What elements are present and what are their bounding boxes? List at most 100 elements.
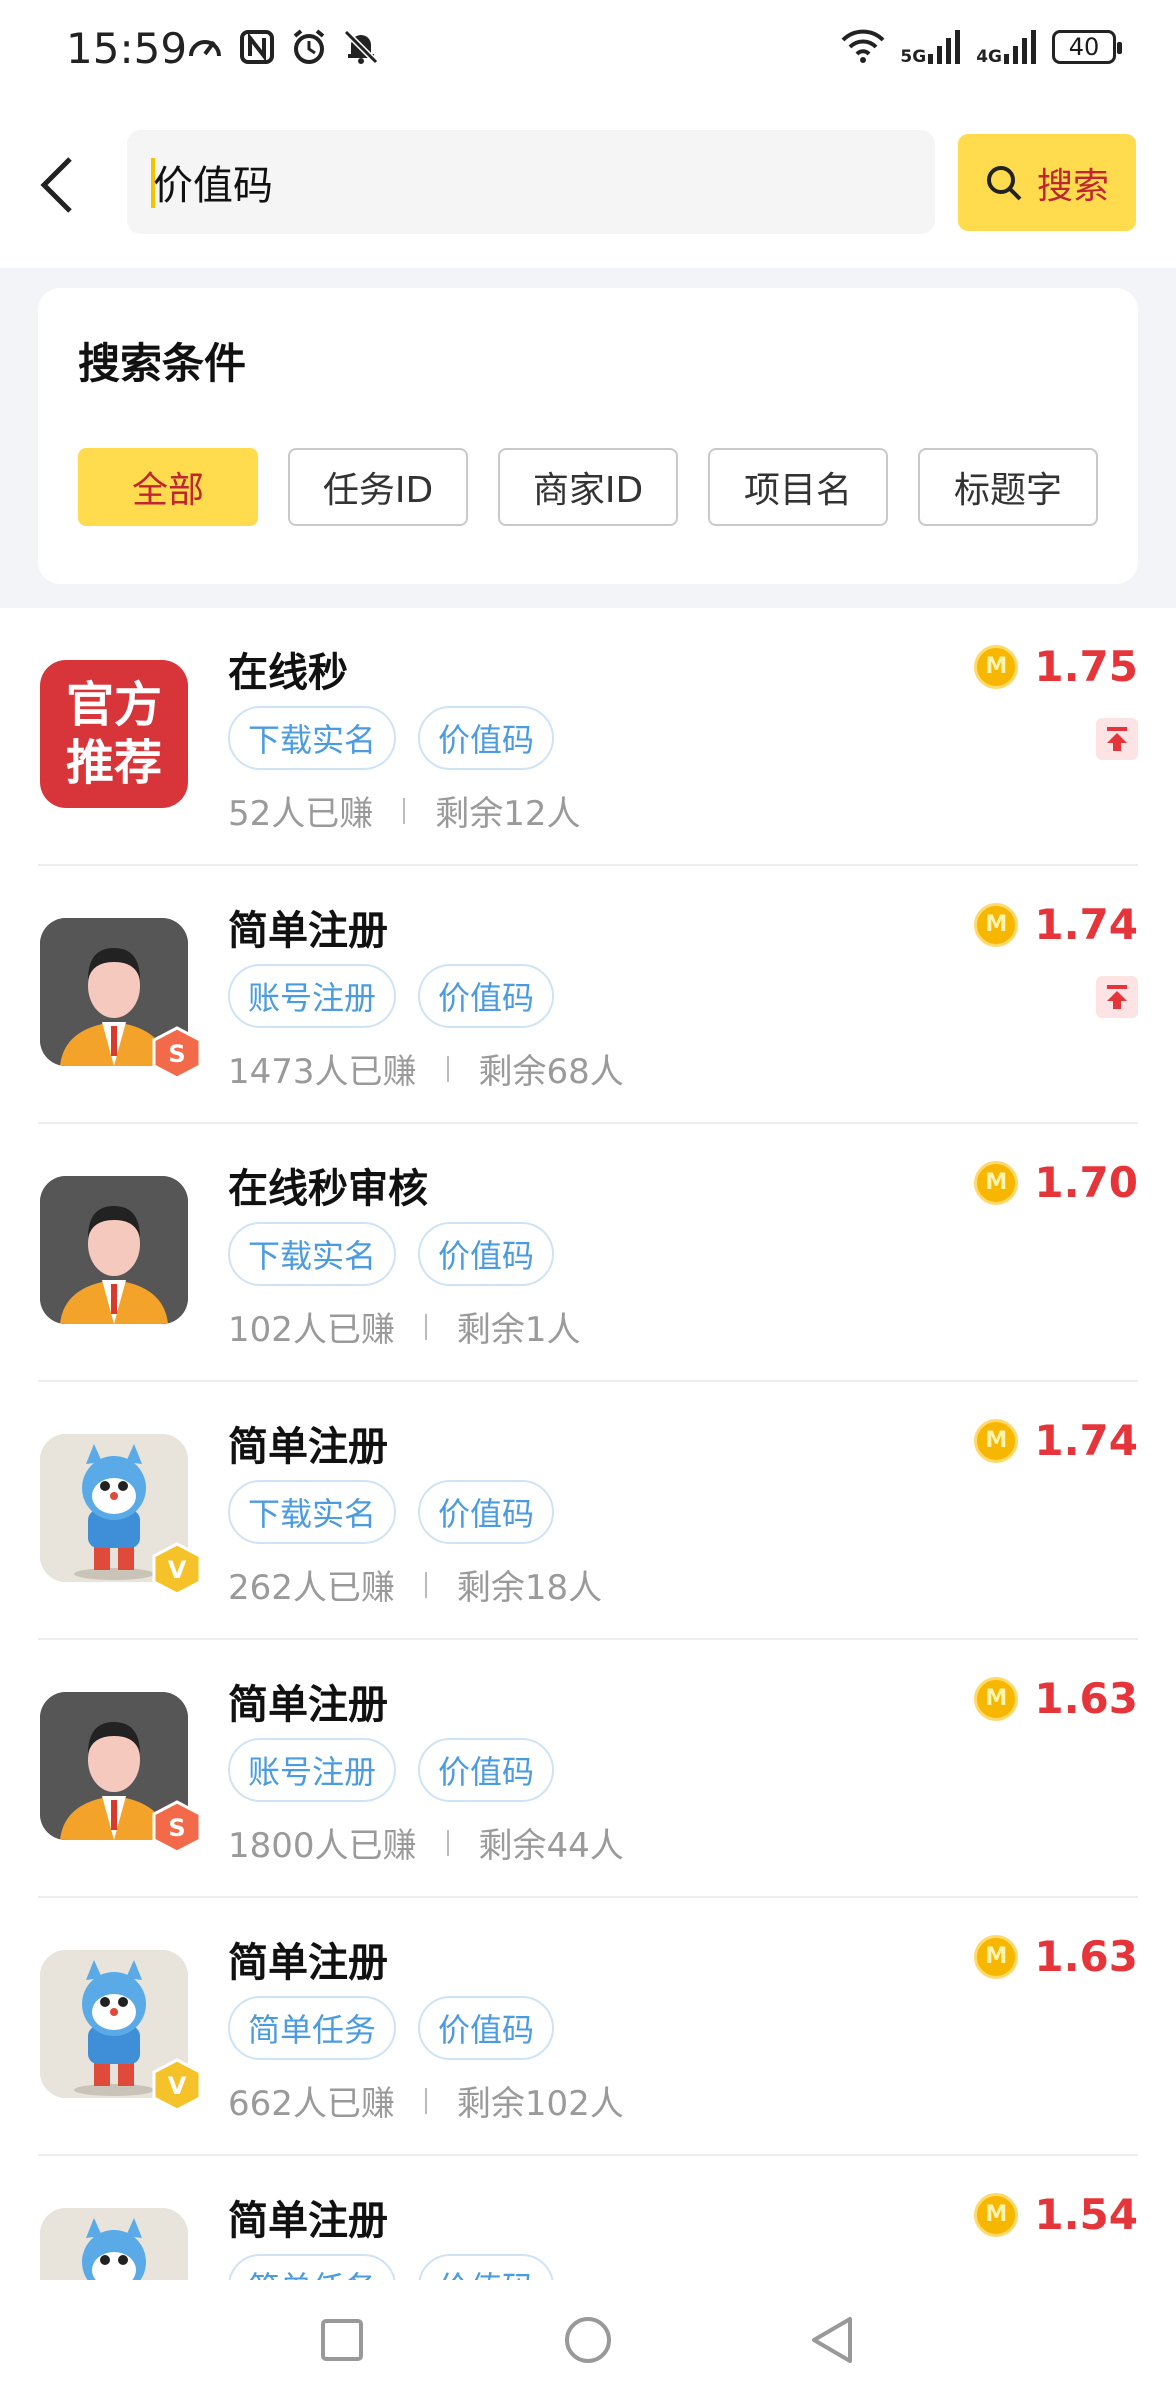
remaining-count: 剩余12人 [435,794,581,834]
task-tags: 下载实名 价值码 [228,1480,555,1544]
status-right-icons: 5G 4G 40 [840,26,1122,68]
earned-count: 262人已赚 [228,1568,395,1608]
price-value: 1.74 [1034,900,1138,949]
mute-icon [342,28,380,66]
task-tag: 下载实名 [228,706,397,770]
coin-icon: M [974,644,1019,689]
remaining-count: 剩余18人 [456,1568,603,1608]
task-tag: 价值码 [418,2254,555,2280]
svg-text:V: V [168,2072,187,2100]
task-stats: 662人已赚 剩余102人 [228,2076,624,2125]
task-tags: 简单任务 价值码 [228,1996,555,2060]
status-left-icons [186,28,380,66]
pin-top-icon [1096,976,1138,1018]
coin-icon: M [974,1418,1019,1463]
remaining-count: 剩余68人 [478,1052,624,1092]
status-time: 15:59 [66,24,188,73]
task-row[interactable]: 简单注册 简单任务 价值码 M 1.54 [0,2156,1176,2280]
speed-icon [186,28,224,66]
task-stats: 1800人已赚 剩余44人 [228,1818,624,1867]
task-tag: 价值码 [418,1738,555,1802]
task-price: M 1.75 [974,642,1138,691]
task-row[interactable]: V 简单注册 简单任务 价值码 662人已赚 剩余102人 M 1.63 [0,1898,1176,2156]
task-row[interactable]: 在线秒审核 下载实名 价值码 102人已赚 剩余1人 M 1.70 [0,1124,1176,1382]
chip-task-id[interactable]: 任务ID [288,448,468,526]
pin-top-icon [1096,718,1138,760]
task-tags: 简单任务 价值码 [228,2254,555,2280]
coin-icon: M [974,902,1019,947]
task-stats: 102人已赚 剩余1人 [228,1302,581,1351]
task-row[interactable]: S 简单注册 账号注册 价值码 1473人已赚 剩余68人 M 1.74 [0,866,1176,1124]
search-input[interactable] [153,130,913,234]
task-tag: 账号注册 [228,1738,397,1802]
vip-badge-v: V [150,1542,204,1596]
task-tags: 下载实名 价值码 [228,706,555,770]
price-value: 1.63 [1034,1932,1138,1981]
chip-title-text[interactable]: 标题字 [918,448,1098,526]
signal-4g: 4G [976,28,1038,66]
earned-count: 102人已赚 [228,1310,395,1350]
task-price: M 1.63 [974,1674,1138,1723]
svg-text:V: V [168,1556,187,1584]
task-title: 简单注册 [228,2198,388,2244]
search-header: 搜索 [0,100,1176,268]
task-tag: 下载实名 [228,1480,397,1544]
task-tag: 简单任务 [228,2254,397,2280]
rank-badge-s: S [150,1800,204,1854]
remaining-count: 剩余44人 [478,1826,624,1866]
task-title: 在线秒审核 [228,1166,428,1212]
task-row[interactable]: S 简单注册 账号注册 价值码 1800人已赚 剩余44人 M 1.63 [0,1640,1176,1898]
earned-count: 662人已赚 [228,2084,395,2124]
task-title: 简单注册 [228,908,388,954]
task-price: M 1.74 [974,900,1138,949]
coin-icon: M [974,1934,1019,1979]
task-stats: 52人已赚 剩余12人 [228,786,581,835]
system-nav-bar [0,2280,1176,2400]
search-button[interactable]: 搜索 [958,134,1136,231]
search-box[interactable] [127,130,935,234]
task-tag: 账号注册 [228,964,397,1028]
chip-merchant-id[interactable]: 商家ID [498,448,678,526]
chip-project-name[interactable]: 项目名 [708,448,888,526]
svg-text:S: S [168,1040,185,1068]
remaining-count: 剩余1人 [456,1310,581,1350]
vip-badge-v: V [150,2058,204,2112]
earned-count: 52人已赚 [228,794,374,834]
coin-icon: M [974,2192,1019,2237]
filter-area: 搜索条件 全部 任务ID 商家ID 项目名 标题字 [0,268,1176,608]
task-title: 简单注册 [228,1682,388,1728]
task-title: 在线秒 [228,650,348,696]
price-value: 1.74 [1034,1416,1138,1465]
task-list: 官方推荐 在线秒 下载实名 价值码 52人已赚 剩余12人 M 1.75 S 简单… [0,608,1176,2280]
task-row[interactable]: 官方推荐 在线秒 下载实名 价值码 52人已赚 剩余12人 M 1.75 [0,608,1176,866]
task-price: M 1.54 [974,2190,1138,2239]
official-recommend-avatar: 官方推荐 [40,660,188,808]
task-tags: 账号注册 价值码 [228,1738,555,1802]
chip-all[interactable]: 全部 [78,448,258,526]
price-value: 1.54 [1034,2190,1138,2239]
back-triangle-icon[interactable] [802,2310,862,2370]
search-button-label: 搜索 [1036,165,1109,207]
task-title: 简单注册 [228,1940,388,1986]
filter-card: 搜索条件 全部 任务ID 商家ID 项目名 标题字 [38,288,1138,584]
alarm-icon [290,28,328,66]
task-title: 简单注册 [228,1424,388,1470]
cat-avatar [40,2208,188,2280]
task-stats: 1473人已赚 剩余68人 [228,1044,624,1093]
task-price: M 1.70 [974,1158,1138,1207]
svg-text:S: S [168,1814,185,1842]
remaining-count: 剩余102人 [456,2084,624,2124]
square-icon[interactable] [312,2310,372,2370]
circle-icon[interactable] [558,2310,618,2370]
filter-chips: 全部 任务ID 商家ID 项目名 标题字 [78,448,1098,526]
chevron-left-icon [40,157,72,213]
status-bar: 15:59 5G 4G 40 [0,0,1176,100]
task-tag: 价值码 [418,964,555,1028]
task-tag: 价值码 [418,1996,555,2060]
task-tag: 价值码 [418,706,555,770]
task-tag: 价值码 [418,1480,555,1544]
task-row[interactable]: V 简单注册 下载实名 价值码 262人已赚 剩余18人 M 1.74 [0,1382,1176,1640]
back-button[interactable] [28,150,88,220]
task-tag: 下载实名 [228,1222,397,1286]
price-value: 1.70 [1034,1158,1138,1207]
